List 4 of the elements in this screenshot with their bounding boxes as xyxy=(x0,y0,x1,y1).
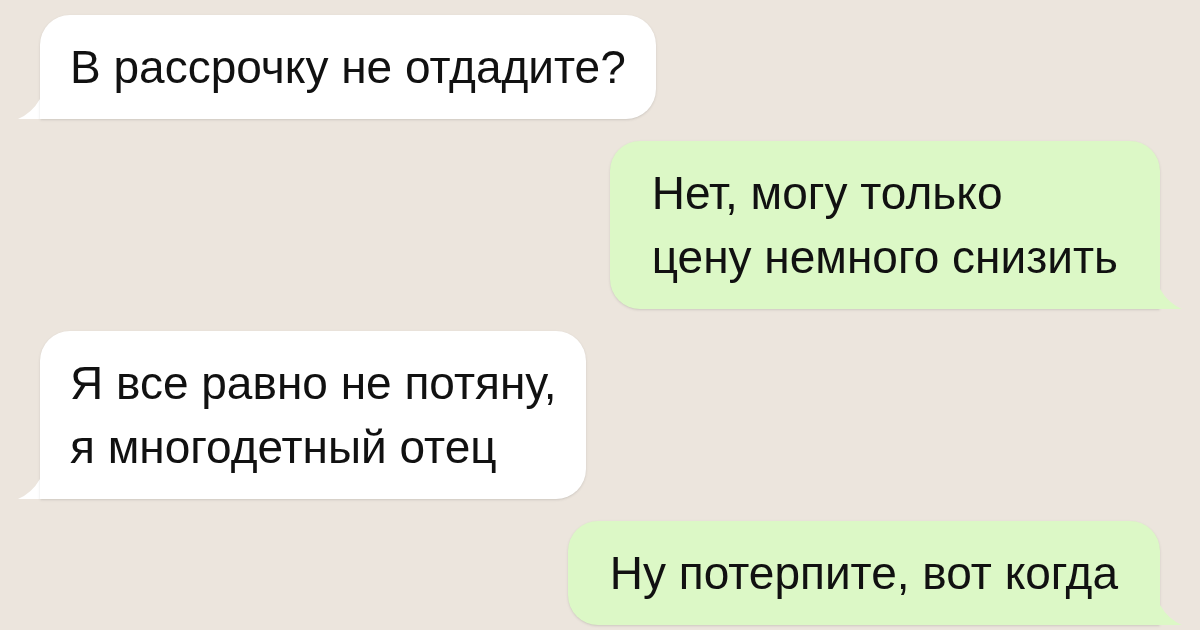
message-text: Нет, могу только цену немного снизить xyxy=(651,167,1118,283)
message-text: Я все равно не потяну, я многодетный отец xyxy=(70,357,557,473)
message-text: В рассрочку не отдадите? xyxy=(70,41,626,93)
message-text: Ну потерпите, вот когда xyxy=(609,547,1118,599)
